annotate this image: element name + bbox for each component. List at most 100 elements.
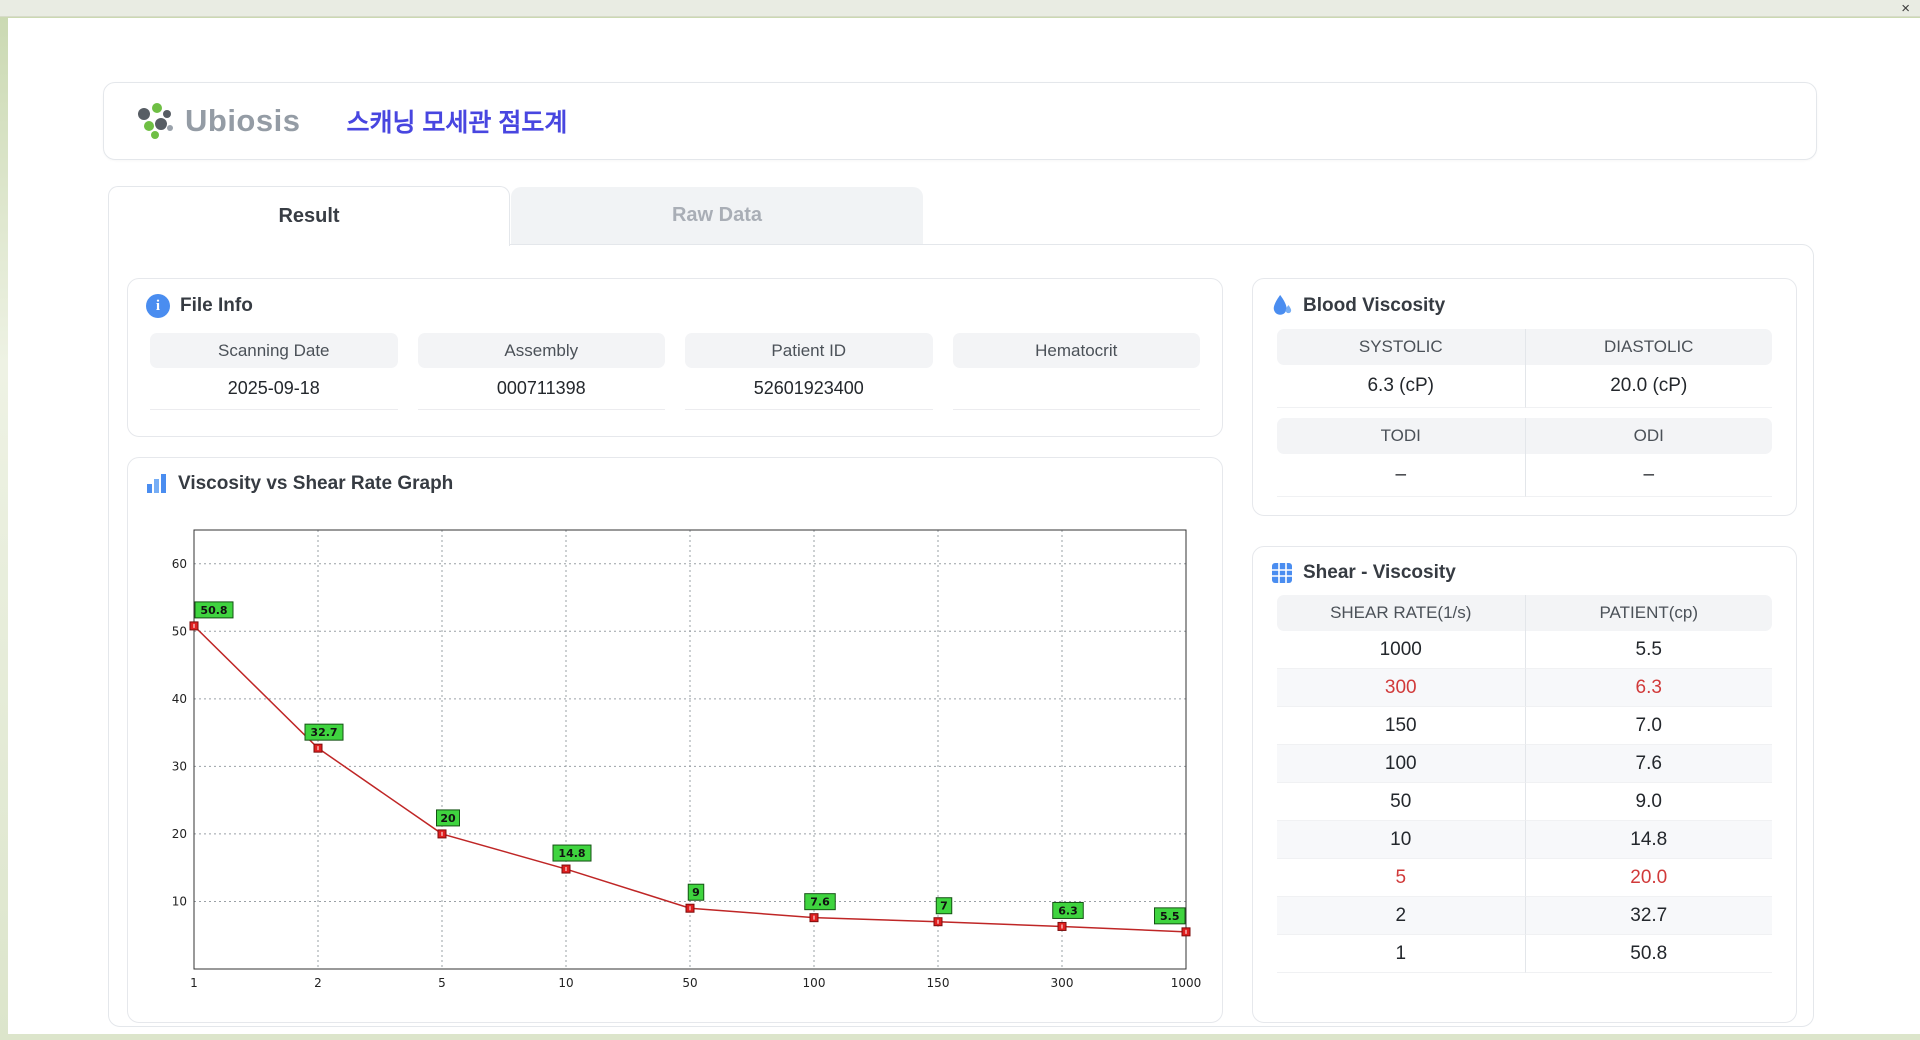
svg-text:1000: 1000 [1171, 976, 1202, 990]
field-value: 000711398 [417, 368, 665, 410]
field-hematocrit: Hematocrit [952, 333, 1200, 410]
shear-rate-cell: 5 [1277, 859, 1525, 897]
logo-cluster-icon [138, 103, 173, 139]
svg-text:2: 2 [314, 976, 322, 990]
svg-text:6.3: 6.3 [1058, 904, 1078, 917]
tab-raw-data[interactable]: Raw Data [511, 187, 923, 244]
svg-text:7.6: 7.6 [810, 896, 830, 909]
patient-cell: 5.5 [1524, 631, 1772, 669]
todi-value: – [1277, 454, 1525, 497]
result-panel: i File Info Scanning Date 2025-09-18 Ass… [108, 244, 1814, 1027]
shear-table-body: 1000 5.5 300 6.3 150 7.0 100 7.6 50 9.0 … [1277, 631, 1772, 973]
table-spacer [1277, 408, 1772, 418]
shear-rate-cell: 100 [1277, 745, 1525, 783]
table-row: 2 32.7 [1277, 897, 1772, 935]
table-grid-icon [1272, 563, 1292, 583]
field-label: Assembly [417, 333, 665, 368]
patient-cell: 7.6 [1524, 745, 1772, 783]
svg-text:5.5: 5.5 [1160, 910, 1180, 923]
shear-viscosity-card: Shear - Viscosity SHEAR RATE(1/s) PATIEN… [1252, 546, 1797, 1023]
blood-viscosity-table: SYSTOLIC DIASTOLIC 6.3 (cP) 20.0 (cP) TO… [1277, 329, 1772, 497]
shear-rate-column-header: SHEAR RATE(1/s) [1277, 595, 1525, 631]
shear-rate-cell: 2 [1277, 897, 1525, 935]
file-info-card: i File Info Scanning Date 2025-09-18 Ass… [127, 278, 1223, 437]
file-info-fields: Scanning Date 2025-09-18 Assembly 000711… [128, 327, 1222, 410]
shear-viscosity-header: Shear - Viscosity [1253, 547, 1796, 593]
table-row: 5 20.0 [1277, 859, 1772, 897]
field-label: Hematocrit [952, 333, 1200, 368]
svg-text:14.8: 14.8 [558, 847, 585, 860]
field-label: Patient ID [685, 333, 933, 368]
svg-text:40: 40 [172, 692, 187, 706]
shear-rate-cell: 150 [1277, 707, 1525, 745]
graph-title: Viscosity vs Shear Rate Graph [178, 473, 454, 494]
svg-text:50: 50 [172, 624, 187, 638]
systolic-value: 6.3 (cP) [1277, 365, 1525, 408]
table-row: 300 6.3 [1277, 669, 1772, 707]
table-row: 1 50.8 [1277, 935, 1772, 973]
patient-cell: 9.0 [1524, 783, 1772, 821]
app-header: Ubiosis 스캐닝 모세관 점도계 [103, 82, 1817, 160]
svg-text:150: 150 [927, 976, 950, 990]
diastolic-header: DIASTOLIC [1524, 329, 1772, 365]
shear-table-header: SHEAR RATE(1/s) PATIENT(cp) [1277, 595, 1772, 631]
shear-viscosity-title: Shear - Viscosity [1303, 562, 1456, 583]
blood-viscosity-card: Blood Viscosity SYSTOLIC DIASTOLIC 6.3 (… [1252, 278, 1797, 516]
svg-text:60: 60 [172, 557, 187, 571]
svg-text:50: 50 [682, 976, 697, 990]
systolic-header: SYSTOLIC [1277, 329, 1525, 365]
droplet-icon [1273, 295, 1292, 315]
svg-text:32.7: 32.7 [310, 726, 337, 739]
patient-cell: 50.8 [1524, 935, 1772, 973]
svg-text:1: 1 [190, 976, 198, 990]
svg-text:9: 9 [692, 886, 700, 899]
svg-text:300: 300 [1051, 976, 1074, 990]
patient-column-header: PATIENT(cp) [1524, 595, 1772, 631]
field-value: 2025-09-18 [150, 368, 398, 410]
shear-rate-cell: 10 [1277, 821, 1525, 859]
diastolic-value: 20.0 (cP) [1524, 365, 1772, 408]
patient-cell: 14.8 [1524, 821, 1772, 859]
odi-value: – [1524, 454, 1772, 497]
window-titlebar: × [0, 0, 1920, 17]
table-row: 10 14.8 [1277, 821, 1772, 859]
field-assembly: Assembly 000711398 [417, 333, 665, 410]
odi-header: ODI [1524, 418, 1772, 454]
tab-result-label: Result [278, 205, 340, 227]
tab-result[interactable]: Result [108, 186, 510, 246]
svg-text:10: 10 [558, 976, 573, 990]
shear-rate-cell: 300 [1277, 669, 1525, 707]
file-info-header: i File Info [128, 279, 1222, 327]
field-scanning-date: Scanning Date 2025-09-18 [150, 333, 398, 410]
table-row: 150 7.0 [1277, 707, 1772, 745]
table-row: 1000 5.5 [1277, 631, 1772, 669]
svg-text:50.8: 50.8 [200, 604, 227, 617]
info-icon: i [146, 294, 170, 318]
blood-viscosity-title: Blood Viscosity [1303, 295, 1446, 316]
table-row: 100 7.6 [1277, 745, 1772, 783]
graph-header: Viscosity vs Shear Rate Graph [128, 458, 1222, 504]
patient-cell: 7.0 [1524, 707, 1772, 745]
table-row: 50 9.0 [1277, 783, 1772, 821]
page-title: 스캐닝 모세관 점도계 [346, 109, 568, 137]
bar-chart-icon [147, 474, 166, 493]
viscosity-chart: 10 20 30 40 50 60 1 2 5 10 50 100 150 300 1000 50.8 32.7… [172, 529, 1202, 990]
field-value: 52601923400 [685, 368, 933, 410]
window-close-icon[interactable]: × [1901, 0, 1910, 17]
patient-cell: 6.3 [1524, 669, 1772, 707]
ubiosis-logo: Ubiosis [134, 100, 300, 142]
patient-cell: 32.7 [1524, 897, 1772, 935]
logo-text: Ubiosis [185, 103, 301, 138]
field-patient-id: Patient ID 52601923400 [685, 333, 933, 410]
svg-text:5: 5 [438, 976, 446, 990]
field-value [952, 368, 1200, 410]
tab-raw-data-label: Raw Data [671, 204, 763, 226]
file-info-title: File Info [180, 295, 253, 316]
blood-viscosity-header: Blood Viscosity [1253, 279, 1796, 327]
svg-text:20: 20 [440, 812, 456, 825]
svg-text:20: 20 [172, 827, 187, 841]
todi-header: TODI [1277, 418, 1525, 454]
svg-text:30: 30 [172, 759, 187, 773]
shear-rate-cell: 1 [1277, 935, 1525, 973]
patient-cell: 20.0 [1524, 859, 1772, 897]
